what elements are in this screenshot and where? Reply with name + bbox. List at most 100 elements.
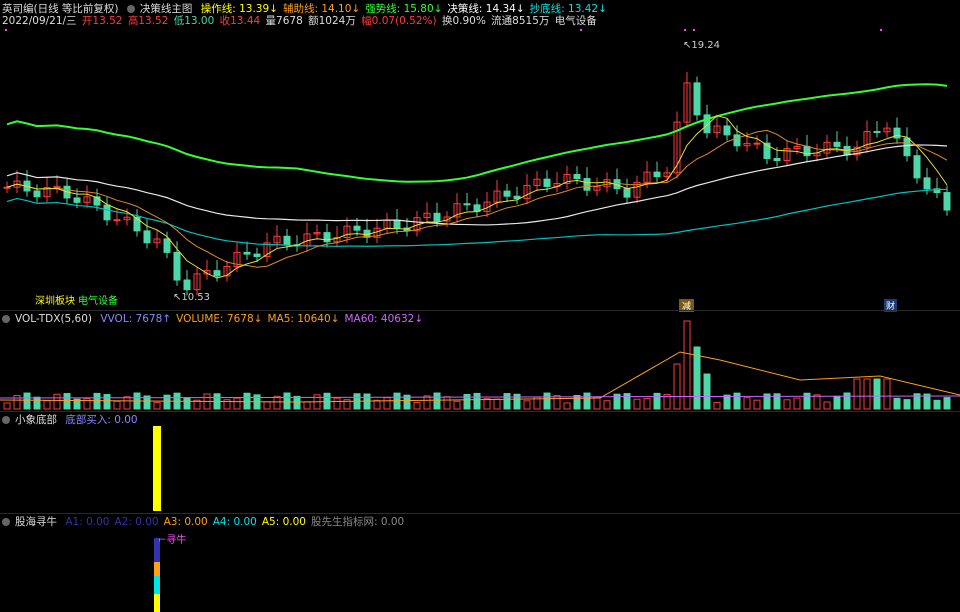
volume-bar: [643, 398, 651, 410]
candle-body: [873, 131, 881, 134]
quote-sector: 电气设备: [554, 15, 597, 27]
volume-bar: [153, 401, 161, 410]
indicator-line-item: 辅助线: 14.10↓: [282, 3, 361, 15]
candle-body: [733, 134, 741, 147]
candle-body: [283, 235, 291, 246]
bottom-panel-name[interactable]: 小象底部: [15, 414, 57, 426]
volume-bar: [733, 392, 741, 410]
bottom-buy-bar: [153, 426, 161, 511]
bottom-buy-value: 底部买入: 0.00: [65, 414, 138, 426]
candle-body: [773, 158, 781, 162]
volume-bar: [583, 392, 591, 410]
volume-value-item: VOLUME: 7678↓: [176, 313, 263, 325]
indicator-line-item: 抄底线: 13.42↓: [529, 3, 607, 15]
top-marker: [684, 29, 686, 31]
signal-value-item: A3: 0.00: [163, 516, 208, 528]
stock-title: 英司编(日线 等比前复权): [2, 3, 119, 15]
candle-body: [213, 270, 221, 277]
signal-panel-name[interactable]: 股海寻牛: [15, 516, 57, 528]
candle-body: [723, 125, 731, 136]
volume-bar: [233, 397, 241, 410]
volume-bar: [753, 399, 761, 410]
top-marker: [693, 29, 695, 31]
top-marker: [580, 29, 582, 31]
candle-body: [923, 177, 931, 190]
quote-row: 2022/09/21/三 开13.52 高13.52 低13.00 收13.44…: [2, 15, 602, 28]
signal-bar-a3: [154, 562, 160, 576]
signal-value-item: A2: 0.00: [114, 516, 159, 528]
volume-bar: [823, 401, 831, 410]
volume-bar: [473, 392, 481, 410]
candle-body: [503, 190, 511, 197]
quote-turnover: 换0.90%: [441, 15, 486, 27]
candle-body: [323, 232, 331, 243]
settings-icon[interactable]: [2, 315, 10, 323]
main-indicator-name[interactable]: 决策线主图: [140, 3, 193, 15]
candle-body: [543, 178, 551, 187]
operation-line: [6, 115, 948, 279]
candle-body: [353, 225, 361, 231]
volume-bar: [833, 395, 841, 410]
volume-bar: [743, 397, 751, 410]
settings-icon[interactable]: [2, 518, 10, 526]
volume-bar: [603, 400, 611, 410]
signal-text: ⌐寻牛: [158, 535, 187, 546]
volume-bar: [433, 392, 441, 410]
indicator-line-item: 强势线: 15.80↓: [365, 3, 443, 15]
volume-bar: [943, 397, 951, 410]
high-price-label: ↖19.24: [683, 40, 721, 51]
volume-bar: [783, 399, 791, 410]
indicator-line-item: 操作线: 13.39↓: [200, 3, 278, 15]
candle-body: [833, 141, 841, 147]
candle-body: [163, 238, 171, 253]
candle-body: [903, 137, 911, 157]
volume-bar: [453, 400, 461, 410]
volume-bar: [903, 399, 911, 410]
volume-bar: [443, 396, 451, 410]
volume-bar: [573, 395, 581, 410]
volume-bar: [33, 396, 41, 410]
volume-bar: [543, 392, 551, 410]
candle-body: [133, 216, 141, 232]
volume-bar: [303, 401, 311, 410]
volume-bar: [23, 392, 31, 410]
volume-bar: [593, 396, 601, 410]
signal-value-item: A1: 0.00: [65, 516, 110, 528]
signal-panel-header: 股海寻牛 A1: 0.00 A2: 0.00 A3: 0.00 A4: 0.00 A5:…: [2, 516, 414, 529]
candle-body: [73, 197, 81, 203]
volume-panel-name[interactable]: VOL-TDX(5,60): [15, 313, 92, 325]
panel-divider: [0, 310, 960, 311]
signal-value-item: 股先生指标网: 0.00: [310, 516, 405, 528]
settings-icon[interactable]: [126, 5, 135, 13]
candle-body: [183, 279, 191, 291]
volume-bar: [933, 399, 941, 410]
volume-bar: [713, 401, 721, 410]
volume-bar: [703, 373, 711, 410]
volume-bar: [263, 401, 271, 410]
quote-date: 2022/09/21/三: [2, 15, 77, 27]
candle-body: [623, 188, 631, 198]
volume-bar: [853, 378, 861, 410]
signal-values: A1: 0.00 A2: 0.00 A3: 0.00 A4: 0.00 A5: 0.00…: [65, 516, 409, 528]
top-marker: [880, 29, 882, 31]
candle-body: [573, 173, 581, 180]
quote-volume: 量7678: [265, 15, 303, 27]
volume-bar: [553, 395, 561, 410]
volume-bar: [683, 320, 691, 410]
volume-bar: [893, 397, 901, 410]
volume-bar: [113, 400, 121, 410]
volume-bar: [3, 402, 11, 410]
board-tag[interactable]: 深圳板块: [35, 292, 75, 307]
volume-bar: [283, 392, 291, 410]
sector-tag[interactable]: 电气设备: [78, 292, 118, 307]
volume-bar: [333, 397, 341, 410]
signal-value-item: A4: 0.00: [212, 516, 257, 528]
candle-body: [173, 251, 181, 281]
volume-bar: [123, 396, 131, 410]
volume-value-item: MA60: 40632↓: [344, 313, 424, 325]
settings-icon[interactable]: [2, 416, 10, 424]
quote-open: 开13.52: [81, 15, 123, 27]
indicator-lines: 操作线: 13.39↓ 辅助线: 14.10↓ 强势线: 15.80↓ 决策线: 14…: [201, 3, 612, 15]
volume-bar: [93, 392, 101, 410]
candle-body: [513, 195, 521, 200]
